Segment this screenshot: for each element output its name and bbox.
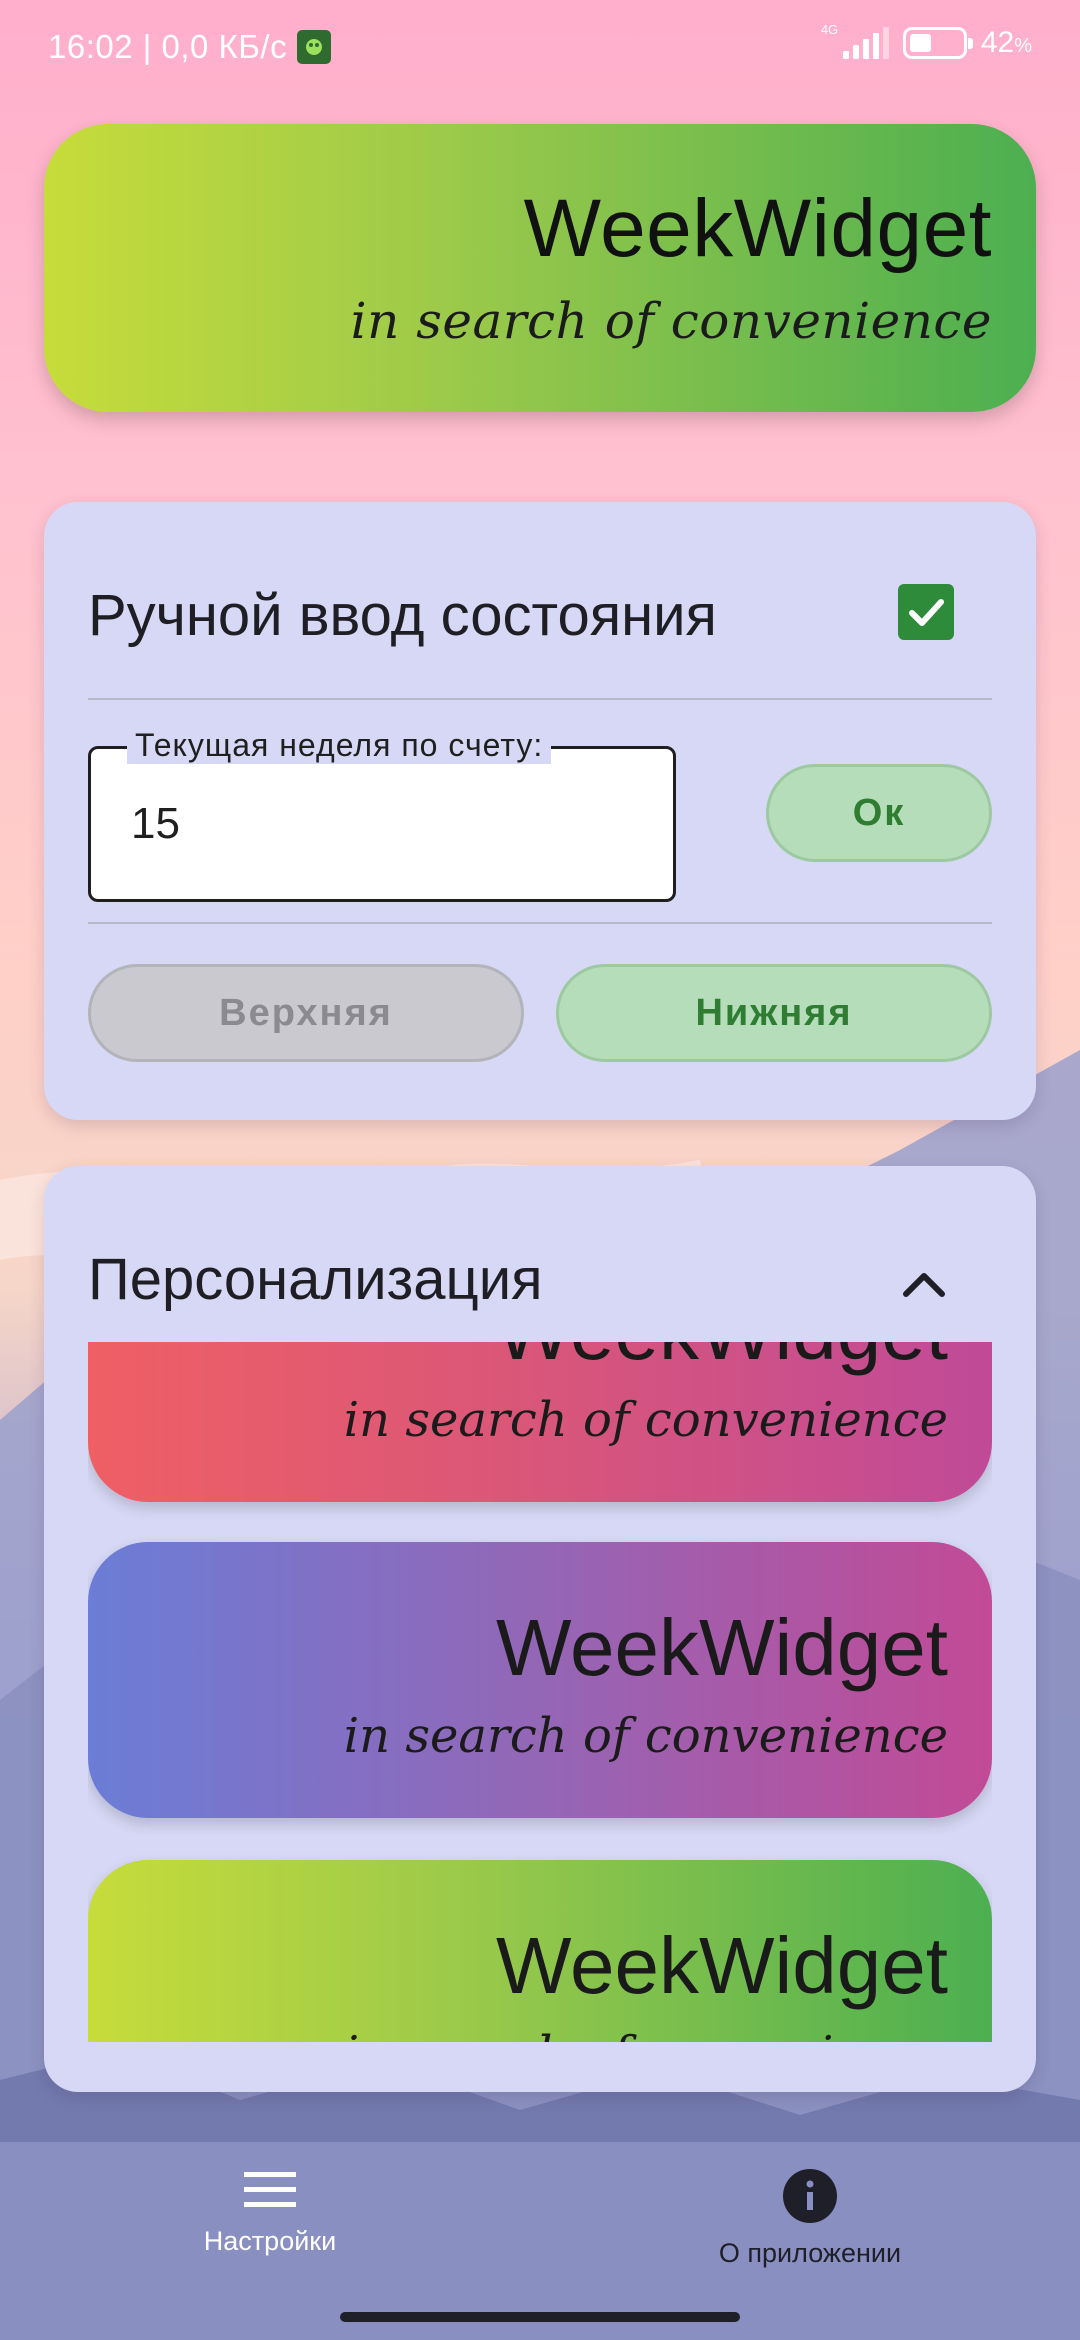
- personalization-title: Персонализация: [88, 1247, 543, 1312]
- divider: [88, 922, 992, 924]
- menu-icon: [244, 2172, 296, 2207]
- theme-option-purple[interactable]: WeekWidget in search of convenience: [88, 1542, 992, 1818]
- top-week-button[interactable]: Верхняя: [88, 964, 524, 1062]
- battery-percent: 42%: [980, 26, 1032, 59]
- gesture-bar: [0, 2298, 1080, 2340]
- divider: [88, 698, 992, 700]
- bug-app-icon: [297, 30, 332, 64]
- theme-option-red[interactable]: WeekWidget in search of convenience: [88, 1342, 992, 1502]
- manual-state-checkbox[interactable]: [898, 584, 954, 640]
- week-number-label: Текущая неделя по счету:: [127, 727, 552, 764]
- week-number-field[interactable]: Текущая неделя по счету:: [88, 727, 676, 902]
- status-time-speed: 16:02 | 0,0 КБ/с: [48, 28, 288, 65]
- chevron-up-icon[interactable]: [894, 1254, 954, 1314]
- manual-state-title: Ручной ввод состояния: [88, 583, 717, 648]
- theme-subtitle: in search of convenience: [343, 1392, 948, 1448]
- theme-title: WeekWidget: [495, 1921, 948, 2010]
- banner-subtitle: in search of convenience: [350, 292, 992, 350]
- ok-button[interactable]: Ок: [766, 764, 992, 862]
- week-number-input[interactable]: [131, 799, 631, 849]
- bottom-navigation: Настройки О приложении: [0, 2142, 1080, 2298]
- banner-title: WeekWidget: [523, 183, 992, 274]
- manual-state-card: Ручной ввод состояния Текущая неделя по …: [44, 502, 1036, 1120]
- nav-about-label: О приложении: [718, 2238, 902, 2268]
- status-left: 16:02 | 0,0 КБ/с: [48, 28, 332, 66]
- app-header-banner: WeekWidget in search of convenience: [44, 124, 1036, 412]
- theme-title: WeekWidget: [496, 1342, 948, 1378]
- nav-settings-label: Настройки: [203, 2226, 337, 2256]
- theme-subtitle: in search of convenience: [343, 1708, 948, 1764]
- battery-level: [909, 34, 931, 52]
- info-icon: [783, 2169, 837, 2223]
- battery-icon: [902, 27, 973, 59]
- status-right: 4G 42%: [821, 23, 1032, 60]
- theme-list[interactable]: WeekWidget in search of convenience Week…: [88, 1342, 992, 2042]
- status-bar: 16:02 | 0,0 КБ/с 4G 42%: [0, 0, 1080, 100]
- nav-about[interactable]: О приложении: [660, 2168, 960, 2269]
- bottom-week-button[interactable]: Нижняя: [556, 964, 992, 1062]
- theme-title: WeekWidget: [495, 1603, 948, 1692]
- signal-icon: 4G: [821, 23, 889, 59]
- home-indicator[interactable]: [340, 2312, 740, 2322]
- check-icon: [909, 599, 944, 626]
- theme-subtitle: in search of convenience: [344, 2026, 948, 2042]
- nav-settings[interactable]: Настройки: [120, 2168, 420, 2257]
- theme-option-green[interactable]: WeekWidget in search of convenience: [88, 1860, 992, 2042]
- personalization-card: Персонализация WeekWidget in search of c…: [44, 1166, 1036, 2092]
